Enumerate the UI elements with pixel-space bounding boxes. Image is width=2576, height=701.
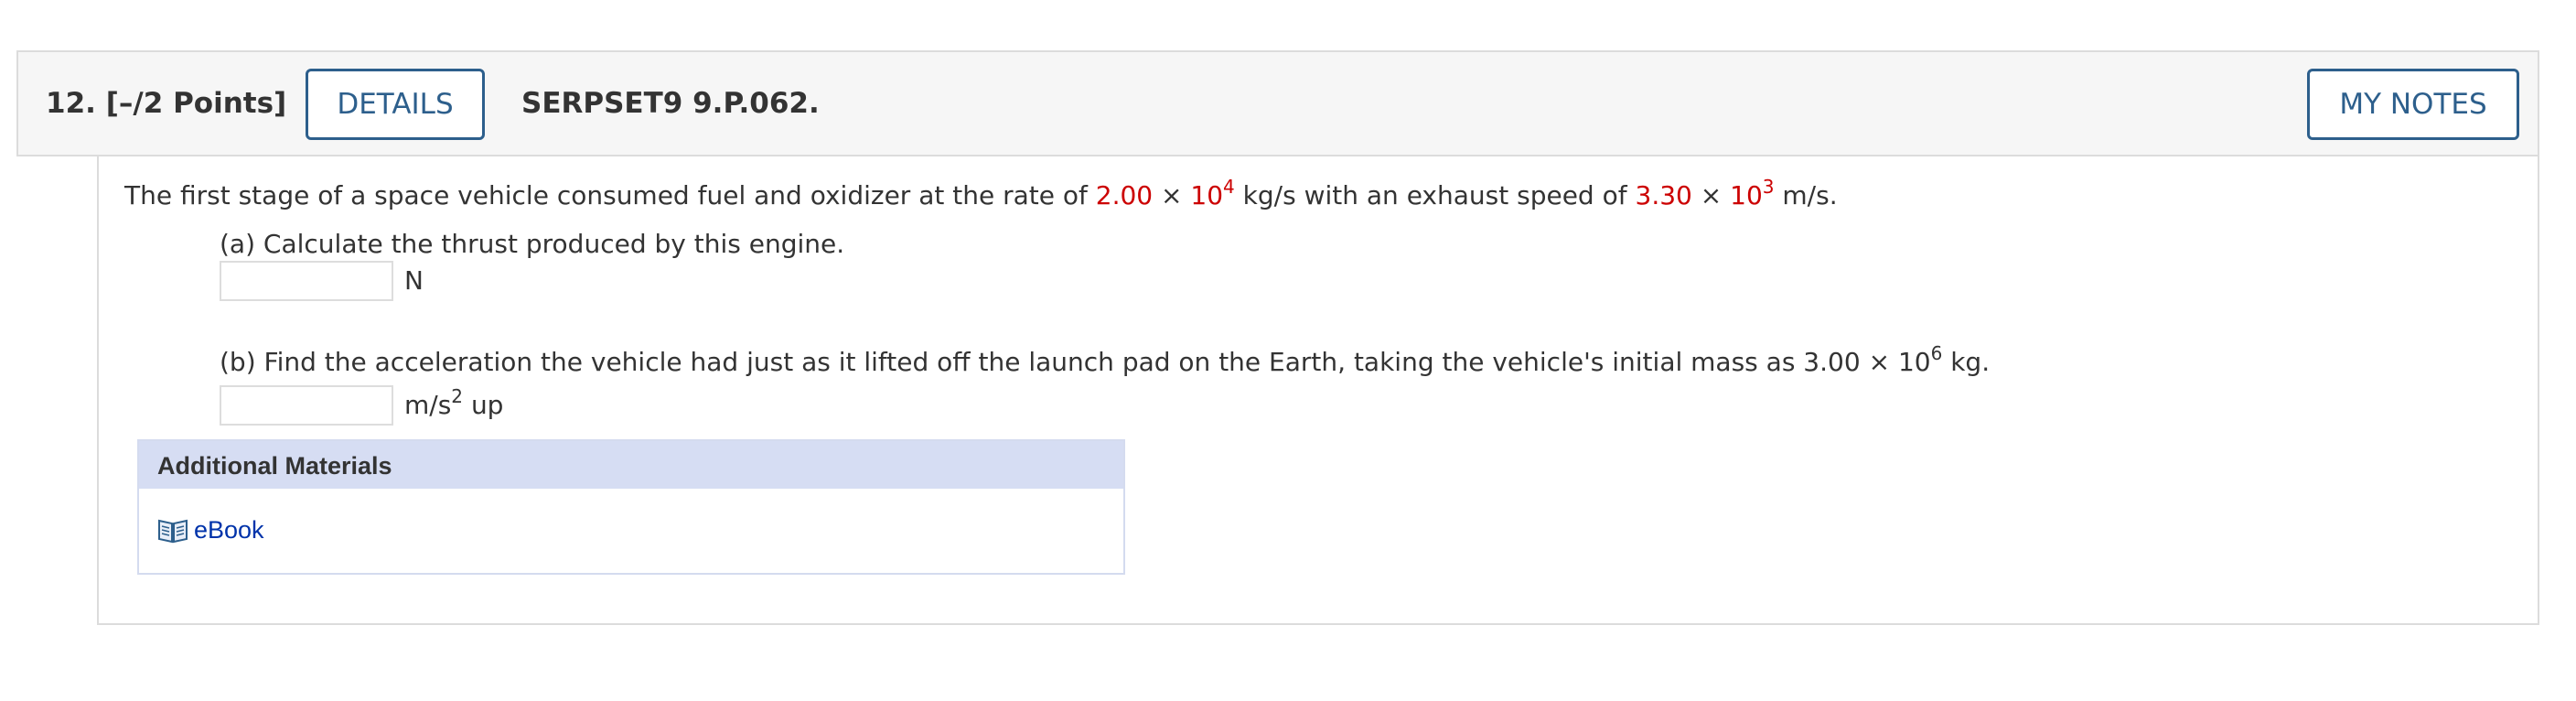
question-number: 12. — [46, 87, 96, 120]
fuel-rate-power: 104 — [1190, 175, 1235, 210]
question-number-and-points: 12. [–/2 Points] — [46, 87, 286, 120]
exhaust-speed-value: 3.30 — [1635, 180, 1692, 210]
part-b-unit: m/s2 up — [404, 384, 504, 420]
ebook-label[interactable]: eBook — [194, 516, 264, 545]
my-notes-button[interactable]: MY NOTES — [2307, 69, 2519, 140]
question-points: [–/2 Points] — [105, 87, 287, 120]
part-a-unit: N — [404, 265, 424, 296]
part-a-answer-input[interactable] — [220, 261, 393, 301]
problem-statement: The first stage of a space vehicle consu… — [124, 175, 1838, 210]
additional-materials-panel: Additional Materials eBook — [137, 439, 1125, 575]
ebook-link[interactable]: eBook — [157, 514, 264, 545]
assignment-code: SERPSET9 9.P.062. — [521, 87, 820, 120]
part-a-prompt: (a) Calculate the thrust produced by thi… — [220, 229, 845, 259]
details-button[interactable]: DETAILS — [306, 69, 485, 140]
fuel-rate-value: 2.00 — [1095, 180, 1154, 210]
part-b-answer-input[interactable] — [220, 385, 393, 426]
additional-materials-title: Additional Materials — [157, 452, 392, 480]
question-header: 12. [–/2 Points] DETAILS SERPSET9 9.P.06… — [16, 50, 2539, 156]
part-b-prompt: (b) Find the acceleration the vehicle ha… — [220, 341, 1991, 377]
additional-materials-header: Additional Materials — [139, 441, 1123, 489]
book-icon — [158, 519, 188, 544]
exhaust-speed-power: 103 — [1730, 175, 1775, 210]
